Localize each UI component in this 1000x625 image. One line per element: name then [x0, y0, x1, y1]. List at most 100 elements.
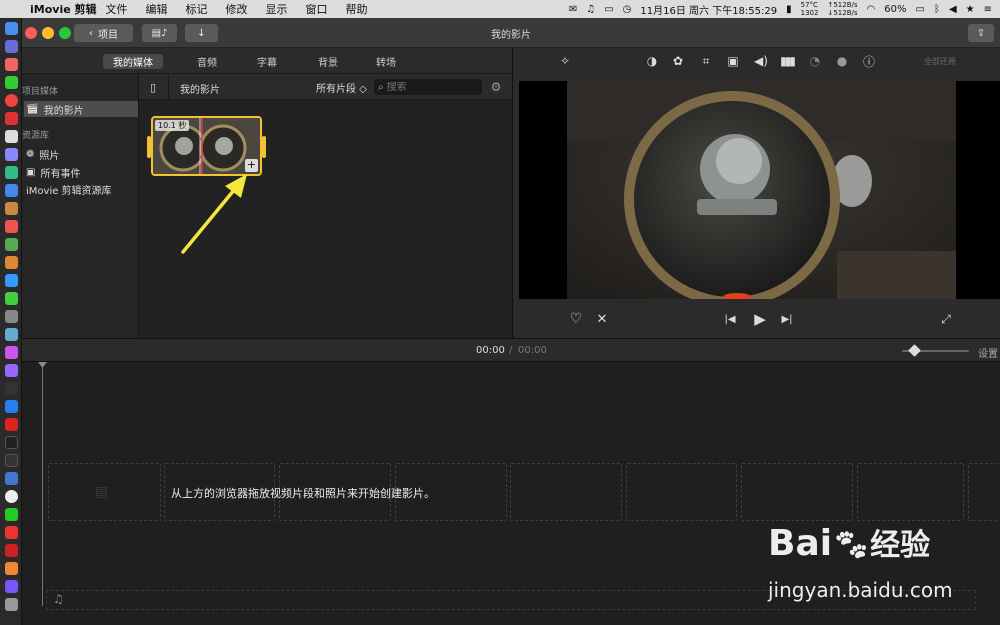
- magic-wand-icon[interactable]: ✧: [557, 53, 573, 69]
- import-button[interactable]: ↓: [185, 24, 218, 42]
- stabilization-camera-icon[interactable]: ▣: [725, 53, 741, 69]
- skip-forward-icon[interactable]: ▶|: [778, 311, 796, 327]
- vpn-icon[interactable]: [5, 472, 18, 485]
- app-icon[interactable]: [5, 148, 18, 161]
- browser-settings-gear-icon[interactable]: ⚙: [488, 79, 504, 95]
- video-preview-frame[interactable]: [567, 81, 956, 299]
- menu-mark[interactable]: 标记: [177, 1, 217, 17]
- sidebar-item-my-movie[interactable]: 🎬︎ 我的影片: [24, 101, 138, 117]
- fullscreen-icon[interactable]: ⤢: [937, 310, 955, 328]
- playhead-line[interactable]: [42, 366, 43, 606]
- sidebar-item-all-events[interactable]: ▣ 所有事件: [24, 164, 80, 180]
- app-icon[interactable]: [5, 130, 18, 143]
- play-icon[interactable]: ▶: [750, 309, 770, 329]
- zoom-window-button[interactable]: [59, 27, 71, 39]
- menu-edit[interactable]: 编辑: [137, 1, 177, 17]
- tab-my-media[interactable]: 我的媒体: [103, 54, 163, 69]
- battery-icon[interactable]: ▭: [915, 4, 924, 15]
- share-button[interactable]: ⇪: [968, 24, 994, 42]
- app-icon[interactable]: [5, 382, 18, 395]
- display-icon[interactable]: ▭: [604, 4, 613, 15]
- app-icon[interactable]: [5, 454, 18, 467]
- music-icon[interactable]: ♫: [586, 4, 595, 15]
- datetime-text[interactable]: 11月16日 周六 下午18:55:29: [640, 2, 777, 17]
- app-icon[interactable]: [5, 328, 18, 341]
- wechat-icon[interactable]: [5, 508, 18, 521]
- app-icon[interactable]: [5, 310, 18, 323]
- app-icon[interactable]: [5, 526, 18, 539]
- sidebar-item-imovie-library[interactable]: iMovie 剪辑资源库: [24, 181, 112, 197]
- menu-modify[interactable]: 修改: [217, 1, 257, 17]
- app-icon[interactable]: [5, 400, 18, 413]
- close-window-button[interactable]: [25, 27, 37, 39]
- minimize-window-button[interactable]: [42, 27, 54, 39]
- speed-gauge-icon[interactable]: ◔: [807, 53, 823, 69]
- star-icon[interactable]: ★: [966, 4, 975, 15]
- app-icon[interactable]: [5, 418, 18, 431]
- bluetooth-icon[interactable]: ᛒ: [934, 4, 940, 15]
- app-icon[interactable]: [5, 562, 18, 575]
- search-input[interactable]: [386, 81, 472, 93]
- app-icon[interactable]: [5, 112, 18, 125]
- app-icon[interactable]: [5, 274, 18, 287]
- battery-text[interactable]: 60%: [884, 4, 906, 15]
- wifi-icon[interactable]: ◠: [867, 4, 876, 15]
- clip-filter-select[interactable]: 所有片段 ◇: [316, 80, 367, 95]
- menu-help[interactable]: 帮助: [337, 1, 377, 17]
- info-icon[interactable]: ⓘ: [861, 53, 877, 69]
- mail-icon[interactable]: ✉: [569, 4, 577, 15]
- terminal-icon[interactable]: [5, 436, 18, 449]
- volume-icon[interactable]: ◀: [949, 4, 957, 15]
- app-icon[interactable]: [5, 238, 18, 251]
- app-icon[interactable]: [5, 166, 18, 179]
- app-icon[interactable]: [5, 184, 18, 197]
- menu-view[interactable]: 显示: [257, 1, 297, 17]
- zoom-slider-handle[interactable]: [908, 344, 921, 357]
- list-menu-icon[interactable]: ≡: [984, 4, 992, 15]
- menu-app-name[interactable]: iMovie 剪辑: [26, 1, 97, 17]
- skip-back-icon[interactable]: |◀: [721, 311, 739, 327]
- clip-left-handle[interactable]: [147, 136, 151, 158]
- app-icon[interactable]: [5, 490, 18, 503]
- tab-audio[interactable]: 音频: [187, 54, 227, 69]
- chrome-icon[interactable]: [5, 94, 18, 107]
- menu-file[interactable]: 文件: [97, 1, 137, 17]
- app-icon[interactable]: [5, 292, 18, 305]
- app-icon[interactable]: [5, 364, 18, 377]
- sidebar-toggle-icon[interactable]: ▯: [145, 79, 161, 95]
- app-icon[interactable]: [5, 58, 18, 71]
- add-clip-plus-icon[interactable]: +: [245, 159, 258, 172]
- equalizer-icon[interactable]: ▮▮▮: [779, 53, 796, 69]
- app-icon[interactable]: [5, 76, 18, 89]
- reject-x-icon[interactable]: ✕: [593, 311, 611, 327]
- imovie-icon[interactable]: [5, 580, 18, 593]
- sidebar-item-photos[interactable]: ❁ 照片: [24, 146, 59, 162]
- app-icon[interactable]: [5, 256, 18, 269]
- back-to-projects-button[interactable]: ‹ 项目: [74, 24, 133, 42]
- tab-transitions[interactable]: 转场: [366, 54, 406, 69]
- color-palette-icon[interactable]: ✿: [670, 53, 686, 69]
- media-library-button[interactable]: ▤♪: [142, 24, 177, 42]
- clip-filter-icon[interactable]: ●: [834, 53, 850, 69]
- favorite-heart-icon[interactable]: ♡: [567, 311, 585, 327]
- app-icon[interactable]: [5, 202, 18, 215]
- volume-icon[interactable]: ◀): [753, 53, 769, 69]
- app-icon[interactable]: [5, 544, 18, 557]
- bookmark-icon[interactable]: ▮: [786, 4, 792, 15]
- finder-icon[interactable]: [5, 22, 18, 35]
- clock-icon[interactable]: ◷: [623, 4, 632, 15]
- color-balance-icon[interactable]: ◑: [644, 53, 660, 69]
- video-clip-thumbnail[interactable]: 10.1 秒 +: [151, 116, 262, 176]
- launchpad-icon[interactable]: [5, 40, 18, 53]
- timeline-settings-button[interactable]: 设置: [978, 345, 998, 360]
- clip-right-handle[interactable]: [262, 136, 266, 158]
- tab-titles[interactable]: 字幕: [247, 54, 287, 69]
- menu-window[interactable]: 窗口: [297, 1, 337, 17]
- reset-all-button[interactable]: 全部还原: [924, 56, 956, 67]
- tab-backgrounds[interactable]: 背景: [308, 54, 348, 69]
- app-icon[interactable]: [5, 220, 18, 233]
- app-icon[interactable]: [5, 346, 18, 359]
- crop-icon[interactable]: ⌗: [698, 53, 714, 69]
- search-box[interactable]: ⌕: [374, 79, 482, 95]
- trash-icon[interactable]: [5, 598, 18, 611]
